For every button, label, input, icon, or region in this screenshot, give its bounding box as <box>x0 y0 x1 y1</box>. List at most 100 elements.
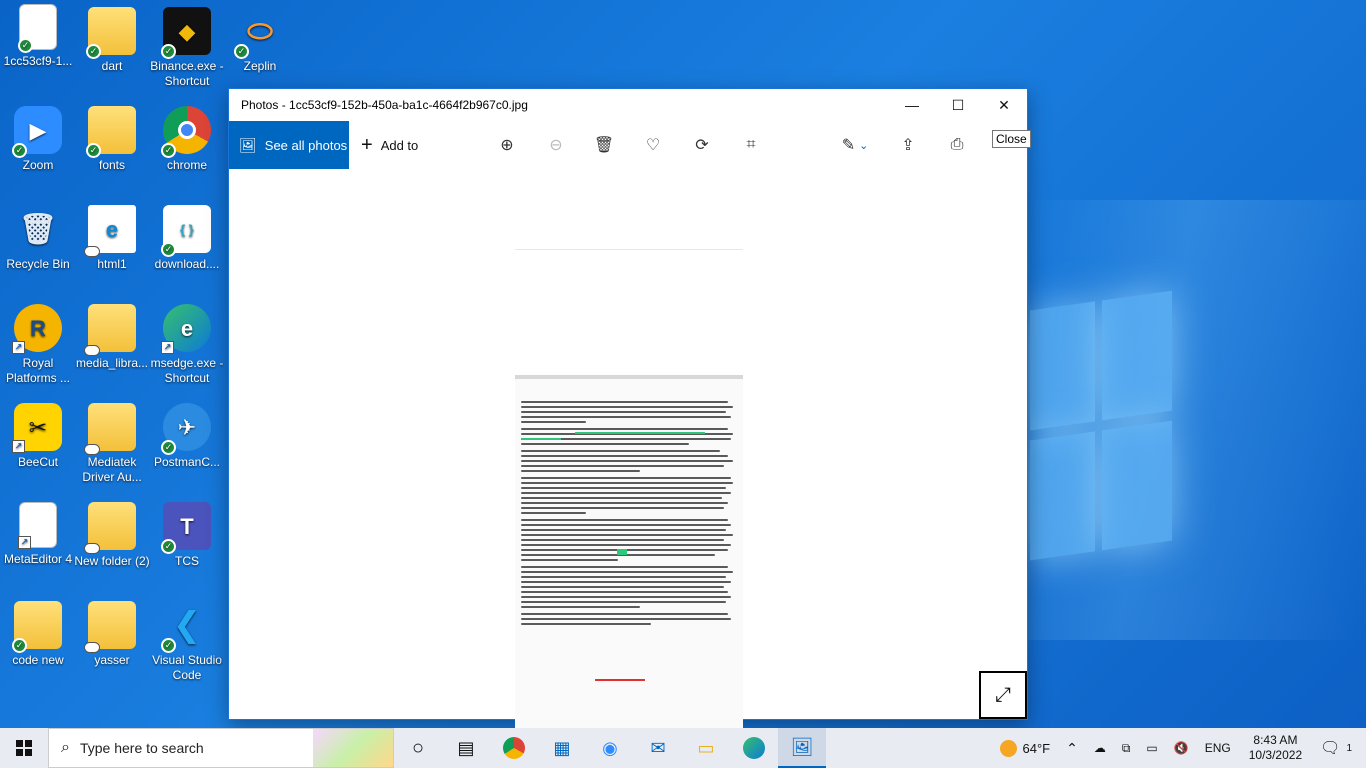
chevron-up-icon[interactable]: ⌃ <box>1058 740 1086 757</box>
desktop-icon-html1[interactable]: e html1 <box>74 205 150 272</box>
search-icon: ⌕ <box>61 739 70 756</box>
desktop-icon-zoom[interactable]: ▶ ✓ Zoom <box>0 106 76 173</box>
previous-page-edge <box>515 249 743 379</box>
sun-icon <box>999 739 1017 757</box>
desktop-icon-mediatek[interactable]: Mediatek Driver Au... <box>74 403 150 485</box>
desktop-icon-metaeditor[interactable]: ↗ MetaEditor 4 <box>0 502 76 567</box>
desktop-icon-code-new[interactable]: ✓ code new <box>0 601 76 668</box>
desktop-icon-yasser[interactable]: yasser <box>74 601 150 668</box>
taskbar-photos-icon[interactable]: 🖼 <box>778 728 826 768</box>
edge-html-icon: e <box>84 205 136 257</box>
crop-icon[interactable]: ⌗ <box>741 135 761 155</box>
zeplin-icon: ⬭ ✓ <box>234 7 284 59</box>
photos-icon: 🖼 <box>239 136 257 153</box>
taskbar-search-box[interactable]: ⌕ Type here to search <box>48 728 394 768</box>
royal-platforms-icon: R ↗ <box>12 304 62 354</box>
notification-center-icon[interactable]: 🗨 1 <box>1312 738 1366 758</box>
document-image <box>515 375 743 745</box>
desktop-icon-new-folder-2[interactable]: New folder (2) <box>74 502 150 569</box>
desktop-icon-msedge[interactable]: e ↗ msedge.exe - Shortcut <box>149 304 225 386</box>
taskbar-edge-icon[interactable] <box>730 728 778 768</box>
microsoft-store-icon[interactable]: ▦ <box>538 728 586 768</box>
notification-count: 1 <box>1346 742 1352 754</box>
see-all-photos-button[interactable]: 🖼 See all photos <box>229 121 349 169</box>
windows-start-icon <box>16 740 32 756</box>
share-icon[interactable]: ⇪ <box>898 135 918 155</box>
onedrive-sync-icon[interactable]: ☁ <box>1086 741 1114 755</box>
desktop-icon-dart[interactable]: ✓ dart <box>74 7 150 74</box>
desktop-icon-fonts[interactable]: ✓ fonts <box>74 106 150 173</box>
folder-icon <box>84 304 136 356</box>
desktop-icon-vscode[interactable]: ❮ ✓ Visual Studio Code <box>149 601 225 683</box>
file-icon: ↗ <box>18 502 57 549</box>
desktop-icon-recycle-bin[interactable]: 🗑 Recycle Bin <box>0 205 76 272</box>
green-underline-mark <box>575 432 705 434</box>
folder-icon: ✓ <box>86 106 136 158</box>
download-image-icon: { } ✓ <box>161 205 211 257</box>
desktop-icon-beecut[interactable]: ✂ ↗ BeeCut <box>0 403 76 470</box>
plus-icon: + <box>361 133 373 156</box>
desktop-icon-royal-platforms[interactable]: R ↗ Royal Platforms ... <box>0 304 76 386</box>
mail-icon[interactable]: ✉ <box>634 728 682 768</box>
desktop-icon-image-file[interactable]: ✓ 1cc53cf9-1... <box>0 4 76 69</box>
windows-logo-wallpaper <box>1030 289 1180 570</box>
clock-time: 8:43 AM <box>1253 733 1298 747</box>
postman-icon: ✈ ✓ <box>161 403 211 455</box>
desktop-icon-media-library[interactable]: media_libra... <box>74 304 150 371</box>
photo-canvas[interactable]: ⤢ <box>229 169 1027 745</box>
window-title: Photos - 1cc53cf9-152b-450a-ba1c-4664f2b… <box>241 98 528 112</box>
binance-icon: ◆ ✓ <box>161 7 211 59</box>
folder-icon <box>84 403 136 455</box>
system-tray: 64°F ⌃ ☁ ⧉ ▭ 🔇 ENG 8:43 AM 10/3/2022 🗨 1 <box>992 728 1366 768</box>
volume-muted-icon[interactable]: 🔇 <box>1166 741 1197 755</box>
maximize-button[interactable]: ☐ <box>935 89 981 121</box>
folder-icon: ✓ <box>12 601 62 653</box>
start-button[interactable] <box>0 728 48 768</box>
task-view-icon[interactable]: ○ <box>394 728 442 768</box>
meet-now-icon[interactable]: ⧉ <box>1114 741 1139 756</box>
close-button[interactable]: ✕ <box>981 89 1027 121</box>
expand-fullscreen-icon[interactable]: ⤢ <box>979 671 1027 719</box>
recycle-bin-icon: 🗑 <box>18 212 58 246</box>
taskbar: ⌕ Type here to search ○ ▤ ▦ ◉ ✉ ▭ 🖼 64°F… <box>0 728 1366 768</box>
taskbar-zoom-icon[interactable]: ◉ <box>586 728 634 768</box>
desktop-icon-postman[interactable]: ✈ ✓ PostmanC... <box>149 403 225 470</box>
search-placeholder: Type here to search <box>79 740 204 756</box>
battery-icon[interactable]: ▭ <box>1138 741 1165 755</box>
desktop-icon-download[interactable]: { } ✓ download.... <box>149 205 225 272</box>
add-to-button[interactable]: + Add to <box>349 134 430 157</box>
favorite-heart-icon[interactable]: ♡ <box>643 135 663 155</box>
teams-icon: T ✓ <box>161 502 211 554</box>
desktop-icon-zeplin[interactable]: ⬭ ✓ Zeplin <box>222 7 298 74</box>
red-underline-mark <box>595 679 645 681</box>
delete-icon[interactable]: 🗑 <box>594 135 614 155</box>
desktop-icon-binance[interactable]: ◆ ✓ Binance.exe - Shortcut <box>149 7 225 89</box>
chevron-down-icon: ⌄ <box>859 139 869 152</box>
clock-date: 10/3/2022 <box>1248 748 1303 762</box>
vscode-icon: ❮ ✓ <box>161 601 211 653</box>
desktop-icon-chrome[interactable]: ✓ chrome <box>149 106 225 173</box>
language-indicator[interactable]: ENG <box>1197 741 1239 755</box>
file-icon: ✓ <box>86 7 136 59</box>
taskbar-chrome-icon[interactable] <box>490 728 538 768</box>
chrome-icon: ✓ <box>161 106 211 158</box>
clock[interactable]: 8:43 AM 10/3/2022 <box>1239 733 1312 763</box>
window-titlebar[interactable]: Photos - 1cc53cf9-152b-450a-ba1c-4664f2b… <box>229 89 1027 121</box>
beecut-icon: ✂ ↗ <box>12 403 62 453</box>
image-file-icon: ✓ <box>18 4 57 53</box>
green-underline-mark <box>521 438 561 440</box>
zoom-icon: ▶ ✓ <box>12 106 62 158</box>
folder-icon <box>84 601 136 653</box>
zoom-out-icon[interactable]: ⊖ <box>546 135 566 155</box>
zoom-in-icon[interactable]: ⊕ <box>497 135 517 155</box>
print-icon[interactable]: ⎙ <box>947 135 967 155</box>
edit-draw-icon[interactable]: ✎ ⌄ <box>837 135 873 155</box>
file-explorer-icon[interactable]: ▭ <box>682 728 730 768</box>
weather-widget[interactable]: 64°F <box>992 739 1059 757</box>
photos-window: Photos - 1cc53cf9-152b-450a-ba1c-4664f2b… <box>228 88 1028 745</box>
rotate-icon[interactable]: ⟳ <box>692 135 712 155</box>
desktop-icon-tcs[interactable]: T ✓ TCS <box>149 502 225 569</box>
photos-toolbar: 🖼 See all photos + Add to ⊕ ⊖ 🗑 ♡ ⟳ ⌗ ✎ ⌄… <box>229 121 1027 169</box>
minimize-button[interactable]: — <box>889 89 935 121</box>
task-manager-icon[interactable]: ▤ <box>442 728 490 768</box>
